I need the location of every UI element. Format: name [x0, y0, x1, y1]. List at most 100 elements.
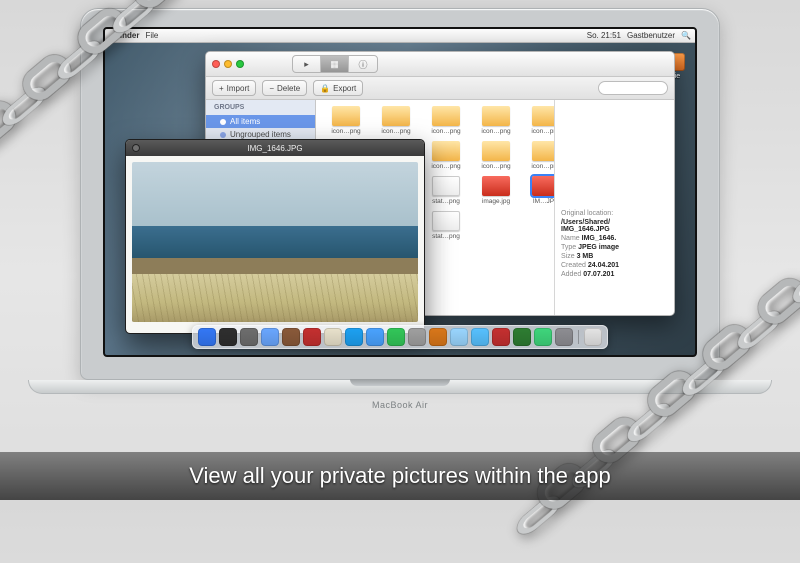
folder-icon [482, 106, 510, 126]
folder-icon [532, 106, 554, 126]
search-input[interactable] [598, 81, 668, 95]
sidebar-label: All items [230, 117, 260, 126]
menubar-user[interactable]: Gastbenutzer [627, 31, 675, 40]
file-label: icon…png [531, 163, 554, 170]
info-orig-value: /Users/Shared/ IMG_1646.JPG [561, 219, 668, 233]
file-label: icon…png [331, 128, 360, 135]
dock-divider [578, 330, 579, 344]
delete-button[interactable]: − Delete [262, 80, 307, 96]
file-label: stat…png [432, 198, 460, 205]
dock-app-icon[interactable] [387, 328, 405, 346]
file-label: IM…JPG [533, 198, 554, 205]
menubar-clock: So. 21:51 [587, 31, 621, 40]
file-item[interactable]: stat…png [424, 211, 468, 240]
file-label: icon…png [531, 128, 554, 135]
dock [192, 325, 608, 349]
dock-app-icon[interactable] [240, 328, 258, 346]
file-item[interactable]: icon…png [424, 106, 468, 135]
file-label: icon…png [481, 163, 510, 170]
file-item[interactable]: icon…png [524, 106, 554, 135]
file-label: stat…png [432, 233, 460, 240]
spotlight-icon[interactable]: 🔍 [681, 31, 691, 40]
dock-app-icon[interactable] [219, 328, 237, 346]
dock-app-icon[interactable] [534, 328, 552, 346]
close-icon[interactable] [212, 60, 220, 68]
folder-icon [432, 106, 460, 126]
import-button[interactable]: + Import [212, 80, 256, 96]
file-item[interactable]: icon…png [374, 106, 418, 135]
dock-app-icon[interactable] [282, 328, 300, 346]
desktop-wallpaper: Finder File So. 21:51 Gastbenutzer 🔍 LaC… [103, 27, 697, 357]
laptop-notch [350, 379, 450, 386]
info-created-label: Created [561, 262, 586, 269]
menubar-app-name[interactable]: Finder [115, 31, 139, 40]
dock-app-icon[interactable] [324, 328, 342, 346]
bullet-icon [220, 119, 226, 125]
dock-app-icon[interactable] [513, 328, 531, 346]
preview-image [132, 162, 418, 322]
view-tab-2[interactable]: ▦ [321, 56, 349, 72]
folder-icon [532, 141, 554, 161]
dock-app-icon[interactable] [366, 328, 384, 346]
preview-title: IMG_1646.JPG [126, 144, 424, 153]
export-button[interactable]: 🔒 Export [313, 80, 363, 96]
dock-app-icon[interactable] [450, 328, 468, 346]
info-added-value: 07.07.201 [583, 271, 614, 278]
minus-icon: − [269, 84, 274, 93]
menubar-file[interactable]: File [145, 31, 158, 40]
dock-app-icon[interactable] [345, 328, 363, 346]
sidebar-label: Ungrouped items [230, 130, 291, 139]
info-panel: Original location: /Users/Shared/ IMG_16… [554, 100, 674, 315]
dock-app-icon[interactable] [303, 328, 321, 346]
folder-icon [332, 106, 360, 126]
delete-label: Delete [277, 84, 300, 93]
preview-titlebar[interactable]: IMG_1646.JPG [126, 140, 424, 156]
macos-menubar: Finder File So. 21:51 Gastbenutzer 🔍 [105, 29, 695, 43]
image-icon [532, 176, 554, 196]
file-item[interactable]: icon…png [474, 141, 518, 170]
file-item[interactable]: icon…png [424, 141, 468, 170]
dock-app-icon[interactable] [492, 328, 510, 346]
app-titlebar[interactable]: ▸ ▦ ⓘ [206, 52, 674, 77]
info-type-value: JPEG image [578, 244, 619, 251]
file-item[interactable]: IM…JPG [524, 176, 554, 205]
info-created-value: 24.04.201 [588, 262, 619, 269]
lock-icon: 🔒 [320, 84, 330, 93]
file-item[interactable]: image.jpg [474, 176, 518, 205]
zoom-icon[interactable] [236, 60, 244, 68]
dock-app-icon[interactable] [471, 328, 489, 346]
view-segment: ▸ ▦ ⓘ [292, 55, 378, 73]
file-item[interactable]: icon…png [474, 106, 518, 135]
bullet-icon [220, 132, 226, 138]
document-icon [432, 211, 460, 231]
image-icon [482, 176, 510, 196]
file-item[interactable]: icon…png [524, 141, 554, 170]
sidebar-item-all[interactable]: All items [206, 115, 315, 128]
import-label: Import [227, 84, 250, 93]
dock-app-icon[interactable] [584, 328, 602, 346]
laptop-base [28, 380, 772, 394]
file-item[interactable]: icon…png [324, 106, 368, 135]
file-label: icon…png [381, 128, 410, 135]
folder-icon [482, 141, 510, 161]
dock-app-icon[interactable] [198, 328, 216, 346]
minimize-icon[interactable] [224, 60, 232, 68]
document-icon [432, 176, 460, 196]
view-tab-3[interactable]: ⓘ [349, 56, 377, 72]
dock-app-icon[interactable] [555, 328, 573, 346]
file-label: icon…png [431, 128, 460, 135]
view-tab-1[interactable]: ▸ [293, 56, 321, 72]
dock-app-icon[interactable] [429, 328, 447, 346]
info-size-value: 3 MB [577, 253, 594, 260]
info-name-label: Name [561, 235, 580, 242]
sidebar-heading-groups: Groups [206, 100, 315, 115]
laptop-label: MacBook Air [80, 400, 720, 410]
info-size-label: Size [561, 253, 575, 260]
dock-app-icon[interactable] [261, 328, 279, 346]
marketing-caption: View all your private pictures within th… [0, 452, 800, 500]
file-item[interactable]: stat…png [424, 176, 468, 205]
preview-window[interactable]: IMG_1646.JPG [125, 139, 425, 334]
dock-app-icon[interactable] [408, 328, 426, 346]
file-label: image.jpg [482, 198, 510, 205]
info-name-value: IMG_1646. [582, 235, 617, 242]
